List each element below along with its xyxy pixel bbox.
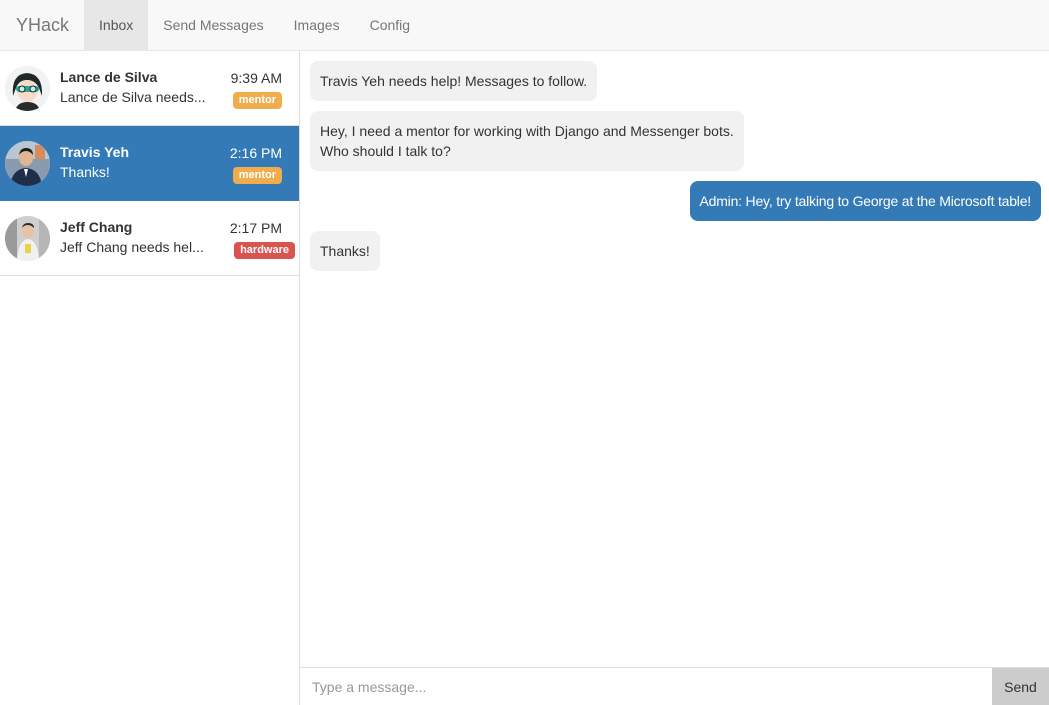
send-button[interactable]: Send bbox=[992, 668, 1049, 705]
photo-avatar bbox=[5, 216, 50, 261]
conversation-preview: Jeff Chang needs hel... bbox=[60, 239, 204, 255]
message-line: Who should I talk to? bbox=[320, 143, 451, 159]
conversation-preview: Lance de Silva needs... bbox=[60, 89, 206, 105]
message-thread: Travis Yeh needs help! Messages to follo… bbox=[300, 51, 1049, 667]
conversation-name: Travis Yeh bbox=[60, 144, 130, 160]
conversation-time: 2:17 PM bbox=[229, 220, 282, 236]
conversation-time: 2:16 PM bbox=[229, 145, 282, 161]
outgoing-message: Admin: Hey, try talking to George at the… bbox=[689, 181, 1041, 221]
message-input[interactable] bbox=[300, 668, 992, 705]
conversation-item-jeff-chang[interactable]: Jeff Chang Jeff Chang needs hel... 2:17 … bbox=[0, 201, 299, 276]
tag-badge-hardware: hardware bbox=[234, 242, 295, 259]
brand-logo[interactable]: YHack bbox=[0, 0, 84, 50]
tag-badge-mentor: mentor bbox=[232, 92, 282, 109]
tag-badge-mentor: mentor bbox=[232, 167, 282, 184]
nav-tab-send-messages[interactable]: Send Messages bbox=[148, 0, 278, 50]
nav-tab-images[interactable]: Images bbox=[279, 0, 355, 50]
incoming-message: Thanks! bbox=[310, 231, 380, 271]
conversation-name: Lance de Silva bbox=[60, 69, 158, 85]
message-composer: Send bbox=[300, 667, 1049, 705]
nav-tab-inbox[interactable]: Inbox bbox=[84, 0, 149, 50]
conversation-time: 9:39 AM bbox=[230, 70, 282, 86]
message-line: Thanks! bbox=[320, 243, 370, 259]
incoming-message: Hey, I need a mentor for working with Dj… bbox=[310, 111, 744, 171]
top-navbar: YHack Inbox Send Messages Images Config bbox=[0, 0, 1049, 51]
conversation-item-lance-de-silva[interactable]: Lance de Silva Lance de Silva needs... 9… bbox=[0, 51, 299, 126]
message-line: Hey, I need a mentor for working with Dj… bbox=[320, 123, 734, 139]
message-line: Admin: Hey, try talking to George at the… bbox=[699, 193, 1032, 209]
incoming-message: Travis Yeh needs help! Messages to follo… bbox=[310, 61, 598, 101]
cartoon-avatar bbox=[5, 66, 50, 111]
conversation-item-travis-yeh[interactable]: Travis Yeh Thanks! 2:16 PM mentor bbox=[0, 126, 299, 201]
conversation-list: Lance de Silva Lance de Silva needs... 9… bbox=[0, 51, 300, 705]
nav-tab-config[interactable]: Config bbox=[355, 0, 425, 50]
conversation-preview: Thanks! bbox=[60, 164, 110, 180]
photo-avatar bbox=[5, 141, 50, 186]
conversation-name: Jeff Chang bbox=[60, 219, 133, 235]
message-line: Travis Yeh needs help! Messages to follo… bbox=[320, 73, 588, 89]
